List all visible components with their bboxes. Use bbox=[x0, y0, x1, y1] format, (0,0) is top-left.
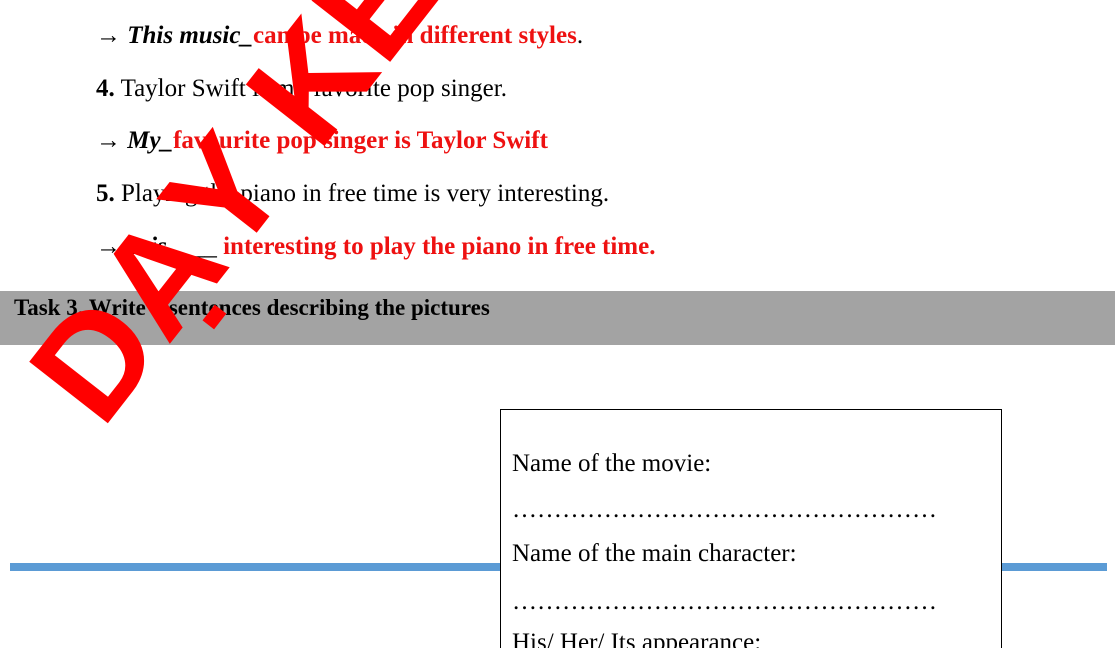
arrow-glyph: → bbox=[96, 233, 121, 260]
arrow-glyph: → bbox=[96, 22, 121, 49]
answer-blank: ____ bbox=[166, 233, 217, 260]
exercise-item-5: 5. Playing the piano in free time is ver… bbox=[96, 179, 609, 209]
watermark-text: DẠY KÈM QUY NHƠN bbox=[0, 0, 1067, 450]
answer-text: favourite pop singer is Taylor Swift bbox=[173, 127, 548, 154]
character-name-label: Name of the main character: bbox=[512, 540, 797, 567]
exercise-item-4: 4. Taylor Swift is my favorite pop singe… bbox=[96, 74, 507, 104]
movie-info-box: Name of the movie: …………………………………………… Nam… bbox=[500, 409, 1002, 648]
answer-text: interesting to play the piano in free ti… bbox=[223, 233, 656, 260]
answer-line-4: → My_favourite pop singer is Taylor Swif… bbox=[96, 126, 548, 156]
answer-prompt: This music_ bbox=[127, 22, 253, 49]
arrow-glyph: → bbox=[96, 127, 121, 154]
item-sentence: Playing the piano in free time is very i… bbox=[121, 180, 610, 207]
task-3-header: Task 3. Write 5 sentences describing the… bbox=[0, 291, 1115, 345]
answer-prompt: It is bbox=[127, 233, 167, 260]
character-name-dots: …………………………………………… bbox=[512, 588, 937, 615]
answer-text: can be made in different styles bbox=[252, 22, 577, 49]
answer-end: . bbox=[576, 22, 584, 49]
worksheet-page: → This music_can be made in different st… bbox=[0, 0, 1120, 648]
answer-line-5: → It is____ interesting to play the pian… bbox=[96, 232, 655, 262]
item-sentence: Taylor Swift is my favorite pop singer. bbox=[120, 75, 507, 102]
appearance-label: His/ Her/ Its appearance: bbox=[512, 629, 762, 648]
item-number: 5. bbox=[96, 180, 115, 207]
task-3-title: Task 3. Write 5 sentences describing the… bbox=[14, 295, 490, 320]
movie-name-dots: …………………………………………… bbox=[512, 496, 937, 523]
item-number: 4. bbox=[96, 75, 115, 102]
answer-line-3: → This music_can be made in different st… bbox=[96, 21, 583, 51]
answer-prompt: My_ bbox=[127, 127, 174, 154]
movie-name-label: Name of the movie: bbox=[512, 450, 712, 477]
